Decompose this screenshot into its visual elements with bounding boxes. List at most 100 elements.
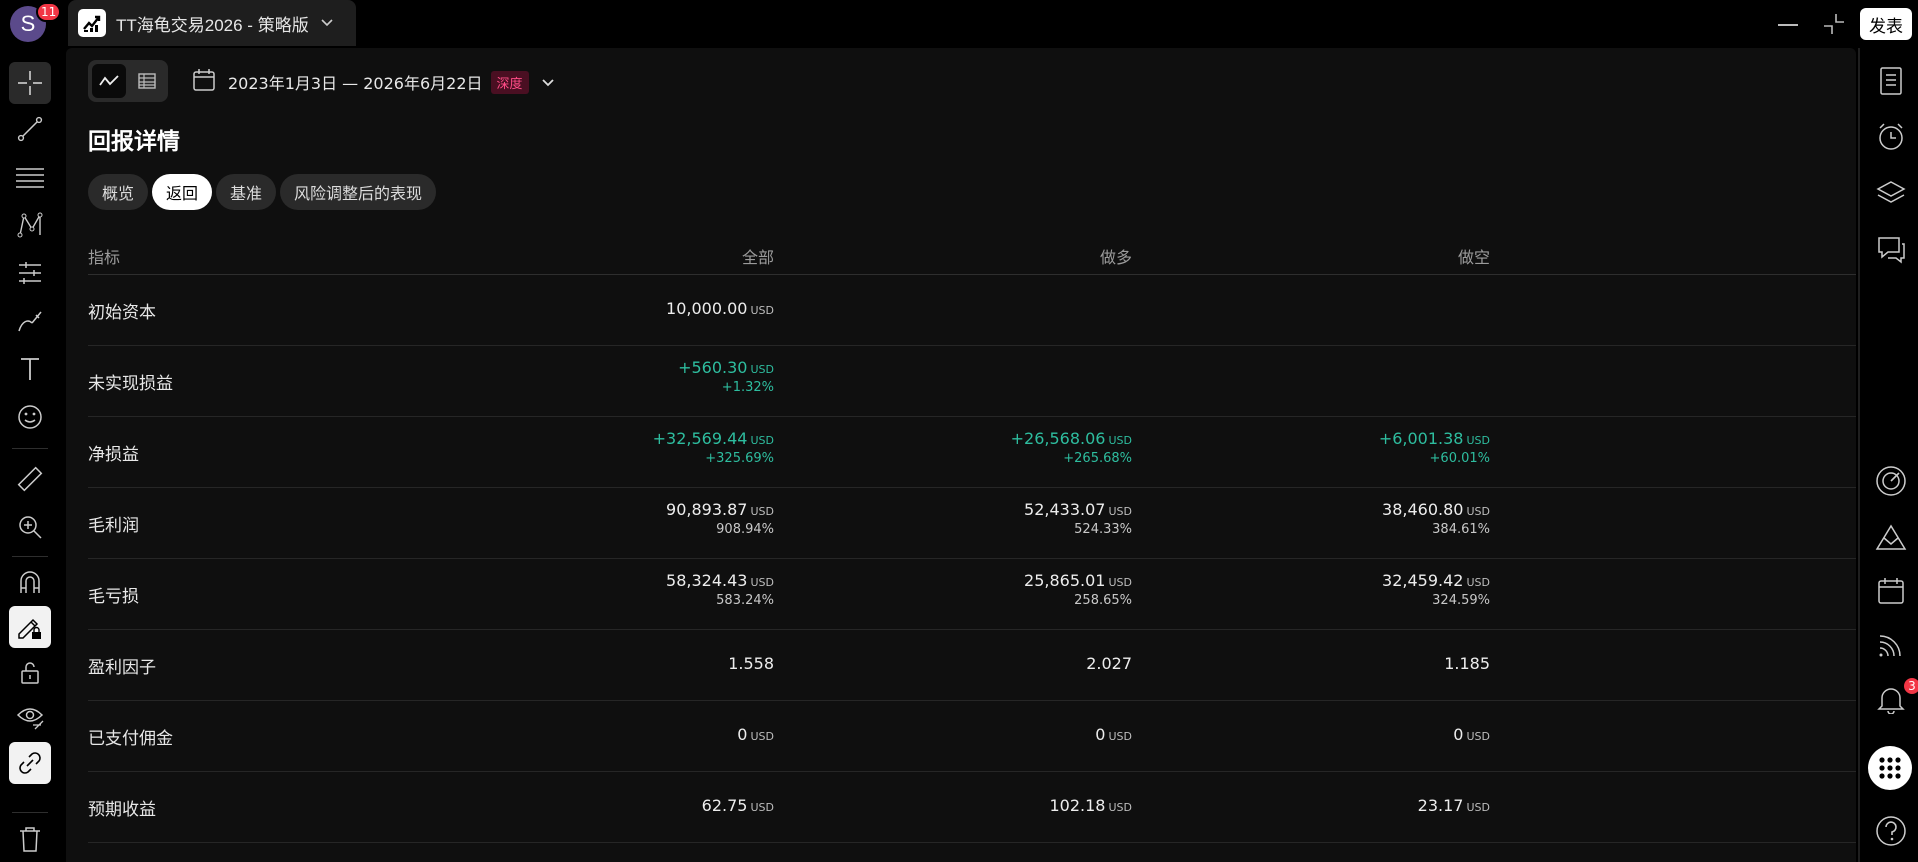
table-row: 未实现损益 +560.30 USD +1.32%	[88, 346, 1856, 417]
chevron-down-icon[interactable]	[321, 16, 333, 30]
cell-value: 23.17	[1417, 796, 1464, 815]
apps-grid-icon[interactable]	[1868, 746, 1912, 790]
cell-percent: +325.69%	[705, 451, 774, 466]
cell-percent: 524.33%	[1074, 522, 1132, 537]
header-short: 做空	[1457, 248, 1490, 267]
chart-logo-icon	[78, 9, 106, 37]
brush-tool-icon[interactable]	[9, 300, 51, 342]
avatar-letter: S	[20, 11, 36, 36]
publish-button[interactable]: 发表	[1860, 8, 1912, 40]
header-long: 做多	[1099, 248, 1132, 267]
value-cell-all: +560.30 USD +1.32%	[514, 358, 774, 395]
cell-value: 10,000.00	[666, 299, 748, 318]
notifications-bell-icon[interactable]: 3	[1872, 676, 1918, 718]
unlock-icon[interactable]	[9, 652, 51, 694]
tab-returns[interactable]: 返回	[152, 174, 213, 210]
cell-unit: USD	[1466, 434, 1490, 447]
layout-tab[interactable]: TT海龟交易2026 - 策略版	[68, 0, 356, 46]
value-cell-all: 10,000.00 USD	[514, 299, 774, 318]
hide-drawings-icon[interactable]	[9, 696, 51, 738]
help-icon[interactable]	[1872, 812, 1910, 850]
trash-icon[interactable]	[9, 818, 51, 860]
cell-percent: +1.32%	[721, 380, 774, 395]
cell-percent: 384.61%	[1432, 522, 1490, 537]
cell-value: +6,001.38	[1378, 429, 1464, 448]
value-cell-long: 102.18 USD	[872, 796, 1133, 815]
cell-unit: USD	[750, 576, 774, 589]
cell-value: 38,460.80	[1382, 500, 1464, 519]
chat-icon[interactable]	[1872, 230, 1910, 268]
emoji-icon[interactable]	[9, 396, 51, 438]
value-cell-all: 58,324.43 USD 583.24%	[514, 571, 774, 608]
table-header: 指标 全部 做多 做空	[88, 238, 1856, 275]
cell-unit: USD	[1466, 801, 1490, 814]
value-cell-all: 90,893.87 USD 908.94%	[514, 500, 774, 537]
magnet-icon[interactable]	[9, 562, 51, 604]
calendar-icon[interactable]	[1872, 572, 1910, 610]
value-cell-long: 0 USD	[872, 725, 1132, 744]
cell-value: 102.18	[1049, 796, 1106, 815]
text-tool-icon[interactable]	[9, 348, 51, 390]
value-cell-short: 23.17 USD	[1230, 796, 1490, 815]
date-range-selector[interactable]: 2023年1月3日 — 2026年6月22日 深度	[192, 68, 555, 96]
pattern-tool-icon[interactable]	[9, 204, 51, 246]
toolbar-divider	[12, 556, 48, 557]
value-cell-long: 25,865.01 USD 258.65%	[872, 571, 1132, 608]
toolbar-divider	[12, 448, 48, 449]
row-label: 初始资本	[88, 302, 156, 323]
left-drawing-toolbar	[0, 48, 60, 862]
tab-overview[interactable]: 概览	[88, 174, 149, 210]
crosshair-tool-icon[interactable]	[9, 62, 51, 104]
cell-value: 32,459.42	[1382, 571, 1464, 590]
cell-unit: USD	[1466, 730, 1490, 743]
value-cell-short: 32,459.42 USD 324.59%	[1230, 571, 1490, 608]
cell-percent: 583.24%	[716, 593, 774, 608]
date-range-text: 2023年1月3日 — 2026年6月22日	[228, 74, 483, 93]
cell-value: +32,569.44	[652, 429, 748, 448]
zoom-in-icon[interactable]	[9, 506, 51, 548]
row-label: 净损益	[88, 444, 139, 465]
chart-view-button[interactable]	[92, 64, 126, 98]
cell-value: +26,568.06	[1010, 429, 1106, 448]
value-cell-short: 1.185	[1230, 654, 1490, 673]
cell-unit: USD	[750, 505, 774, 518]
cell-unit: USD	[1108, 434, 1132, 447]
value-cell-short: 0 USD	[1230, 725, 1490, 744]
watchlist-icon[interactable]	[1872, 62, 1910, 100]
header-all: 全部	[741, 248, 774, 267]
table-row: 初始资本 10,000.00 USD	[88, 275, 1856, 346]
tab-benchmark[interactable]: 基准	[216, 174, 277, 210]
cell-unit: USD	[750, 363, 774, 376]
row-label: 预期收益	[88, 799, 156, 820]
chevron-down-icon[interactable]	[541, 73, 555, 92]
trend-line-icon[interactable]	[9, 108, 51, 150]
calendar-icon	[192, 68, 216, 96]
tab-risk-adjusted[interactable]: 风险调整后的表现	[280, 174, 437, 210]
value-cell-long: +26,568.06 USD +265.68%	[872, 429, 1132, 466]
collapse-icon[interactable]	[1822, 12, 1846, 36]
value-cell-long: 52,433.07 USD 524.33%	[872, 500, 1132, 537]
table-row: 净损益 +32,569.44 USD +325.69% +26,568.06 USD +26…	[88, 417, 1856, 488]
target-icon[interactable]	[1872, 462, 1910, 500]
link-icon[interactable]	[9, 742, 51, 784]
alarm-clock-icon[interactable]	[1872, 118, 1910, 156]
layers-icon[interactable]	[1872, 174, 1910, 212]
cell-value: 1.558	[728, 654, 774, 673]
value-cell-all: 0 USD	[514, 725, 774, 744]
ideas-mountain-icon[interactable]	[1872, 518, 1910, 556]
cell-value: 58,324.43	[666, 571, 748, 590]
cell-value: 1.185	[1444, 654, 1490, 673]
ruler-icon[interactable]	[9, 458, 51, 500]
report-tabs: 概览 返回 基准 风险调整后的表现	[88, 174, 437, 210]
cell-value: 62.75	[701, 796, 748, 815]
forecast-tool-icon[interactable]	[9, 252, 51, 294]
value-cell-all: 1.558	[514, 654, 774, 673]
value-cell-all: +32,569.44 USD +325.69%	[514, 429, 774, 466]
minimize-icon[interactable]	[1778, 24, 1798, 26]
signal-stream-icon[interactable]	[1872, 626, 1910, 664]
row-label: 盈利因子	[88, 657, 156, 678]
lock-drawings-icon[interactable]	[9, 606, 51, 648]
table-view-button[interactable]	[130, 64, 164, 98]
fib-retracement-icon[interactable]	[9, 156, 51, 198]
table-row: 预期收益 62.75 USD 102.18 USD 23.17 USD	[88, 772, 1856, 843]
